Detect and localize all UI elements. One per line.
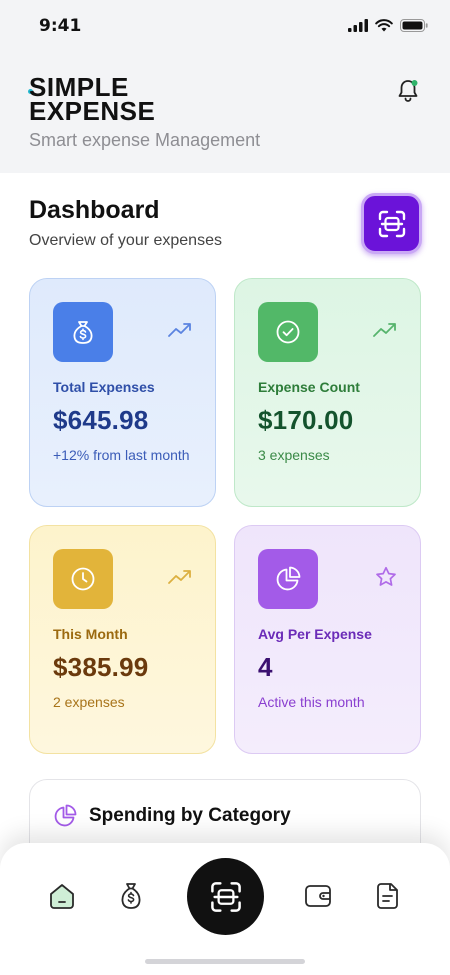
card-note: 2 expenses (53, 694, 125, 710)
nav-wallet[interactable] (302, 880, 334, 912)
clock-icon (53, 549, 113, 609)
card-value: $170.00 (258, 405, 354, 435)
card-note: Active this month (258, 694, 365, 710)
app-tagline: Smart expense Management (29, 130, 261, 150)
scan-icon (210, 881, 241, 912)
section-title: Spending by Category (89, 805, 291, 826)
status-time: 9:41 (39, 16, 82, 36)
trending-up-icon (168, 570, 191, 584)
header-area: 9:41 SIMPLE EXPENSE Smart expense Manage… (0, 0, 450, 173)
money-bag-icon (53, 302, 113, 362)
nav-expenses[interactable] (115, 880, 147, 912)
card-label: Avg Per Expense (258, 626, 372, 642)
nav-home[interactable] (46, 880, 78, 912)
wifi-icon (375, 19, 393, 32)
card-note: 3 expenses (258, 447, 330, 463)
logo-line-2: EXPENSE (29, 96, 156, 126)
scan-icon (378, 210, 405, 237)
pie-chart-icon (258, 549, 318, 609)
card-label: Expense Count (258, 379, 360, 395)
scan-receipt-button[interactable] (361, 193, 422, 254)
page-subtitle: Overview of your expenses (29, 232, 222, 249)
card-label: This Month (53, 626, 128, 642)
this-month-card[interactable]: This Month $385.99 2 expenses (29, 525, 216, 754)
money-bag-icon (121, 883, 141, 909)
total-expenses-card[interactable]: Total Expenses $645.98 +12% from last mo… (29, 278, 216, 507)
home-indicator (145, 959, 305, 964)
home-icon (50, 884, 74, 909)
card-value: 4 (258, 652, 273, 682)
star-icon (376, 566, 396, 586)
signal-icon (348, 19, 368, 32)
trending-up-icon (168, 323, 191, 337)
wallet-icon (305, 885, 331, 907)
check-circle-icon (258, 302, 318, 362)
document-icon (377, 883, 398, 909)
trending-up-icon (373, 323, 396, 337)
status-icons (348, 19, 428, 32)
bottom-nav (0, 843, 450, 975)
card-note: +12% from last month (53, 447, 190, 463)
app-logo: SIMPLE EXPENSE (28, 74, 169, 126)
avg-per-expense-card[interactable]: Avg Per Expense 4 Active this month (234, 525, 421, 754)
card-value: $385.99 (53, 652, 149, 682)
nav-scan-button[interactable] (187, 858, 264, 935)
status-bar: 9:41 (0, 0, 450, 54)
notification-bell-icon[interactable] (396, 78, 420, 104)
card-label: Total Expenses (53, 379, 155, 395)
card-value: $645.98 (53, 405, 149, 435)
nav-reports[interactable] (372, 880, 404, 912)
page-title: Dashboard (29, 196, 160, 224)
pie-chart-icon (54, 804, 77, 827)
battery-icon (400, 19, 428, 32)
expense-count-card[interactable]: Expense Count $170.00 3 expenses (234, 278, 421, 507)
